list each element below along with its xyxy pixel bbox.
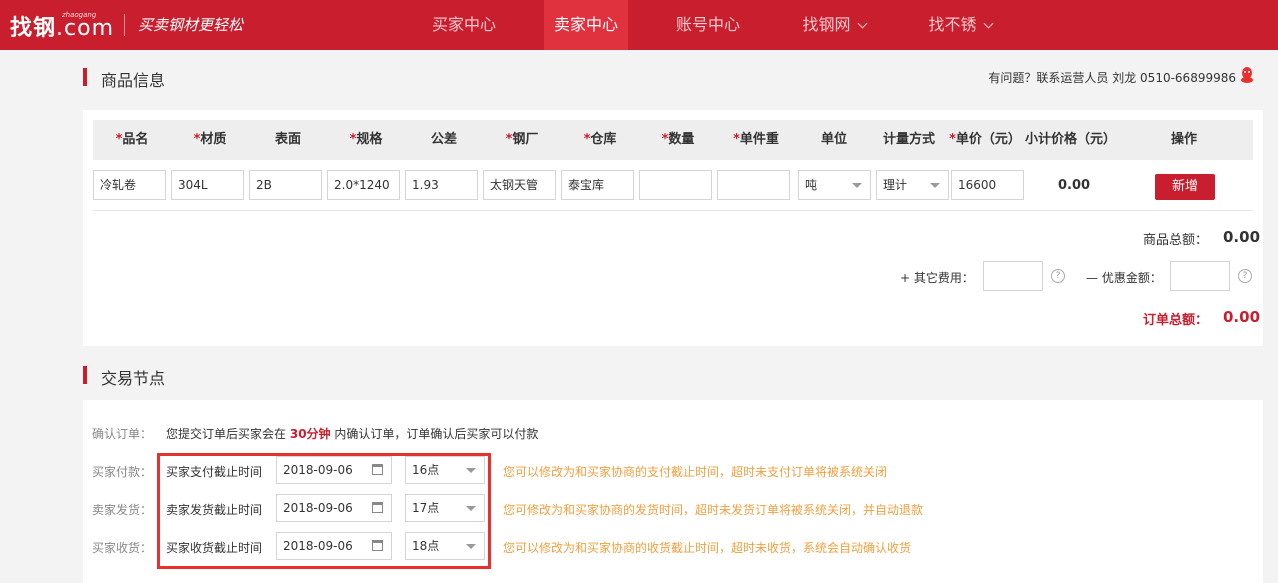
- confirm-order-label: 确认订单：: [92, 427, 153, 441]
- logo-subtext: zhaogang: [62, 11, 97, 19]
- order-total-value: 0.00: [1223, 308, 1261, 326]
- th-surface: 表面: [274, 132, 301, 147]
- th-price: *单价（元）: [949, 132, 1021, 147]
- dropdown-arrow-icon: [852, 183, 862, 188]
- section-marker: [83, 366, 87, 384]
- product-panel: *品名 *材质 表面 *规格 公差 *钢厂 *仓库 *数量 *单件重 单位 计量…: [83, 110, 1263, 346]
- th-material: *材质: [193, 132, 227, 147]
- unit-weight-input[interactable]: [717, 170, 790, 200]
- section-title: 交易节点: [101, 369, 166, 388]
- nav-zhaogang[interactable]: 找钢网: [786, 0, 882, 50]
- th-measure: 计量方式: [882, 132, 935, 147]
- slogan: 买卖钢材更轻松: [138, 16, 244, 34]
- table-header: *品名 *材质 表面 *规格 公差 *钢厂 *仓库 *数量 *单件重 单位 计量…: [93, 120, 1253, 160]
- mill-input[interactable]: 太钢天管: [483, 170, 556, 200]
- add-button[interactable]: 新增: [1155, 174, 1215, 200]
- section-title: 商品信息: [101, 71, 166, 90]
- help-icon[interactable]: ?: [1238, 269, 1252, 283]
- buyer-pay-hint: 您可以修改为和买家协商的支付截止时间，超时未支付订单将被系统关闭: [503, 465, 888, 479]
- buyer-receive-hint: 您可以修改为和买家协商的收货截止时间，超时未收货，系统会自动确认收货: [503, 541, 912, 555]
- chevron-down-icon: [983, 18, 993, 29]
- highlight-box: [157, 453, 491, 569]
- th-tolerance: 公差: [430, 132, 457, 147]
- quantity-input[interactable]: [639, 170, 712, 200]
- nav-buyer-center[interactable]: 买家中心: [414, 0, 514, 50]
- th-action: 操作: [1170, 132, 1197, 147]
- nav-zhaobuxiu[interactable]: 找不锈: [912, 0, 1008, 50]
- th-unit-weight: *单件重: [733, 132, 779, 147]
- th-spec: *规格: [349, 132, 383, 147]
- subtotal-value: 0.00: [1058, 178, 1091, 193]
- top-nav: 找钢.com zhaogang 买卖钢材更轻松 买家中心 卖家中心 账号中心 找…: [0, 0, 1278, 50]
- material-input[interactable]: 304L: [171, 170, 244, 200]
- discount-input[interactable]: [1170, 261, 1230, 291]
- chevron-down-icon: [857, 18, 867, 29]
- buyer-pay-label: 买家付款：: [92, 465, 153, 479]
- qq-icon[interactable]: [1240, 66, 1254, 84]
- seller-ship-label: 卖家发货：: [92, 503, 153, 517]
- th-mill: *钢厂: [505, 132, 539, 147]
- goods-total-label: 商品总额：: [1143, 233, 1209, 248]
- goods-total-value: 0.00: [1223, 228, 1261, 246]
- other-fee-label: + 其它费用：: [900, 271, 974, 285]
- th-name: *品名: [115, 132, 149, 147]
- th-subtotal: 小计价格（元）: [1025, 132, 1117, 147]
- nav-divider: [124, 14, 125, 36]
- dropdown-arrow-icon: [930, 183, 940, 188]
- unit-select[interactable]: 吨: [798, 170, 871, 200]
- contact-info: 有问题？联系运营人员 刘龙 0510-66899986: [988, 71, 1236, 85]
- spec-input[interactable]: 2.0*1240: [327, 170, 400, 200]
- row-divider: [93, 210, 1253, 211]
- nav-account-center[interactable]: 账号中心: [658, 0, 758, 50]
- measure-select[interactable]: 理计: [876, 170, 949, 200]
- help-icon[interactable]: ?: [1051, 269, 1065, 283]
- warehouse-input[interactable]: 泰宝库: [561, 170, 634, 200]
- seller-ship-hint: 您可修改为和买家协商的发货时间，超时未发货订单将被系统关闭，并自动退款: [503, 503, 924, 517]
- surface-input[interactable]: 2B: [249, 170, 322, 200]
- other-fee-input[interactable]: [983, 261, 1043, 291]
- th-unit: 单位: [820, 132, 847, 147]
- section-marker: [83, 68, 87, 86]
- buyer-receive-label: 买家收货：: [92, 541, 153, 555]
- discount-label: — 优惠金额：: [1086, 271, 1162, 285]
- nav-seller-center[interactable]: 卖家中心: [544, 0, 628, 50]
- confirm-order-text: 您提交订单后买家会在 30分钟 内确认订单，订单确认后买家可以付款: [166, 427, 539, 441]
- name-input[interactable]: 冷轧卷: [93, 170, 166, 200]
- order-total-label: 订单总额：: [1143, 313, 1209, 328]
- th-warehouse: *仓库: [583, 132, 617, 147]
- th-quantity: *数量: [661, 132, 695, 147]
- price-input[interactable]: 16600: [951, 170, 1024, 200]
- tolerance-input[interactable]: 1.93: [405, 170, 478, 200]
